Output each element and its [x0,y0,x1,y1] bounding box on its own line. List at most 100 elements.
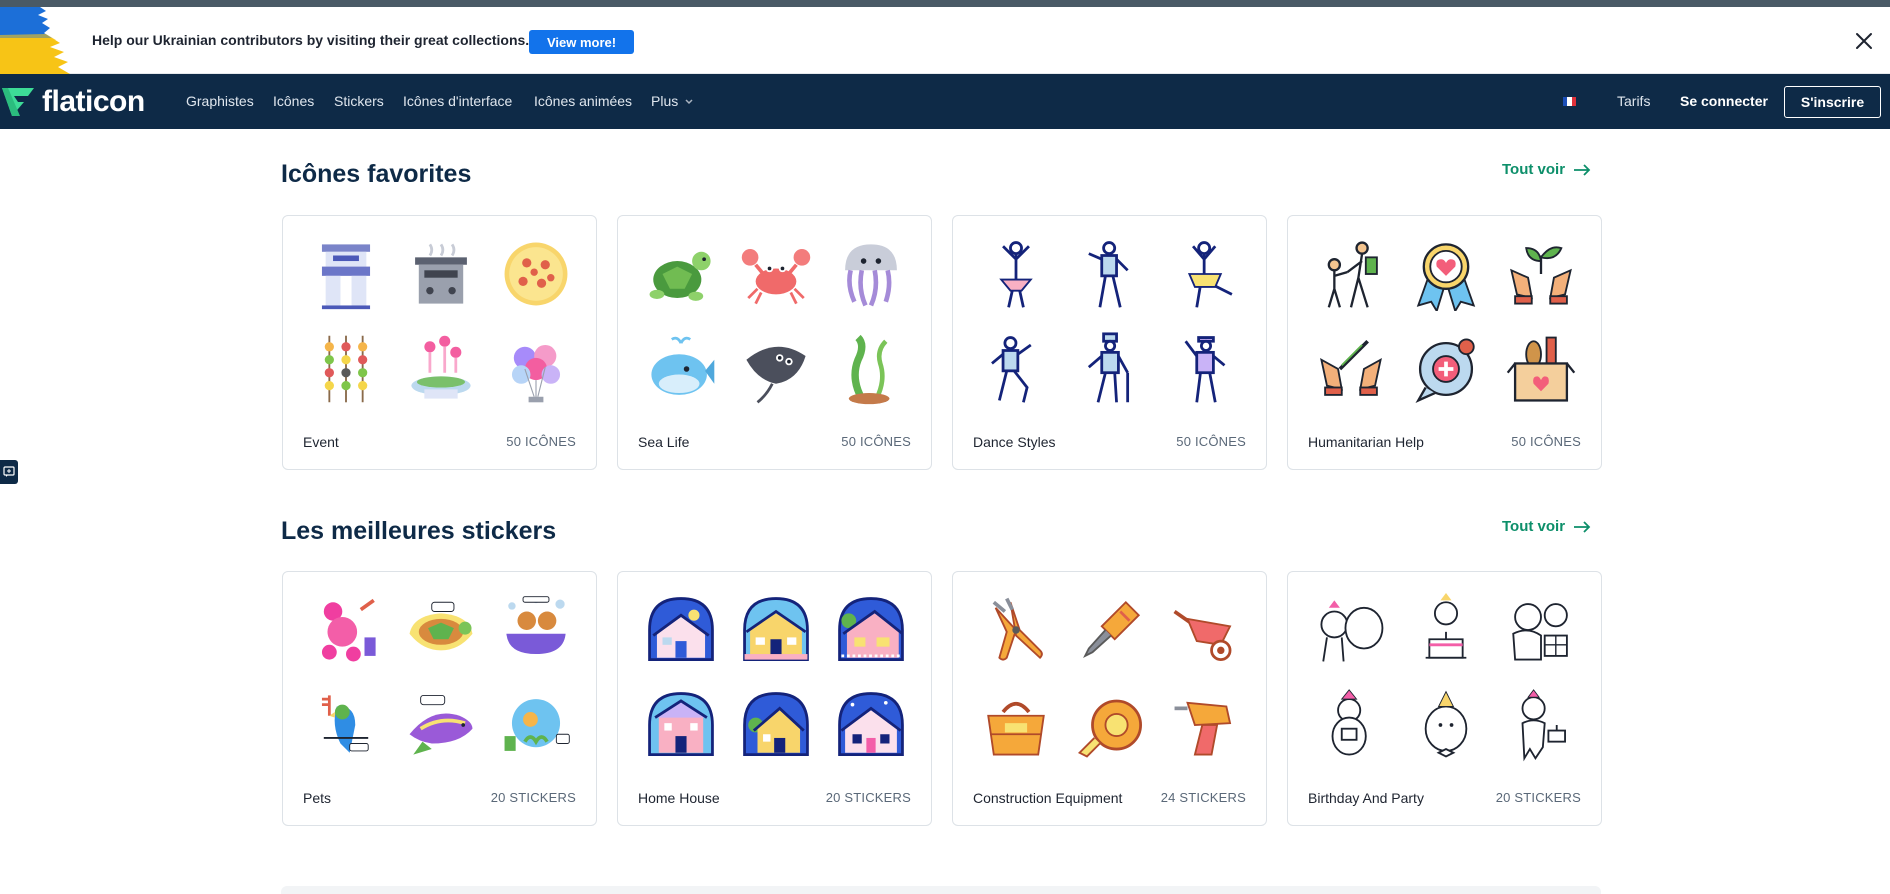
flaticon-logo[interactable]: flaticon [0,84,145,120]
collection-count: 50 ICÔNES [506,434,576,449]
collection-name: Pets [303,790,332,806]
nav-plus-label: Plus [651,93,679,109]
birthday-party-sticker [1331,688,1367,756]
house-5-sticker [742,691,809,756]
house-6-sticker [837,691,904,756]
collection-card-pets[interactable]: Pets 20 STICKERS [282,571,597,826]
stingray-icon [745,346,806,403]
collection-name: Construction Equipment [973,790,1123,806]
section-title-favorites: Icônes favorites [281,160,472,188]
ukraine-banner: Help our Ukrainian contributors by visit… [0,7,1890,74]
collection-card-birthday-and-party[interactable]: Birthday And Party 20 STICKERS [1287,571,1602,826]
bath-dogs-sticker [505,595,566,654]
heart-badge-icon [1416,242,1475,311]
jellyfish-icon [844,243,897,306]
nav-icones-interface[interactable]: Icônes d'interface [403,93,512,109]
see-all-stickers-link[interactable]: Tout voir [1502,518,1591,535]
see-all-label: Tout voir [1502,518,1566,535]
nav-graphistes[interactable]: Graphistes [186,93,254,109]
icon-grid [298,226,583,416]
main-navbar: flaticon Graphistes Icônes Stickers Icôn… [0,74,1890,129]
icon-grid [298,582,583,772]
icon-grid [968,226,1253,416]
see-all-favorites-link[interactable]: Tout voir [1502,161,1591,178]
aquarium-sticker [504,698,570,751]
banner-message: Help our Ukrainian contributors by visit… [92,32,530,48]
kiosk-icon [321,243,370,309]
collection-name: Home House [638,790,720,806]
fountain-icon [410,335,471,399]
collection-name: Humanitarian Help [1308,434,1424,450]
collection-name: Dance Styles [973,434,1056,450]
turtle-icon [649,251,711,301]
login-link[interactable]: Se connecter [1680,93,1768,109]
house-1-sticker [647,596,714,661]
collection-card-dance-styles[interactable]: Dance Styles 50 ICÔNES [952,215,1267,470]
chevron-down-icon [685,99,693,105]
pliers-sticker [992,597,1043,661]
icon-grid [633,226,918,416]
pizza-icon [504,242,567,305]
skewers-icon [324,335,367,402]
turtle-sticker [409,601,472,650]
icon-grid [1303,582,1588,772]
parrot-sticker [321,694,369,753]
collection-card-construction-equipment[interactable]: Construction Equipment 24 STICKERS [952,571,1267,826]
feedback-tab[interactable] [0,460,18,484]
icon-grid [633,582,918,772]
nav-icones-animees[interactable]: Icônes animées [534,93,632,109]
seaweed-icon [848,334,889,404]
collection-count: 20 STICKERS [490,790,576,805]
collection-count: 20 STICKERS [1495,790,1581,805]
collection-count: 50 ICÔNES [841,434,911,449]
house-4-sticker [647,691,714,756]
collection-card-event[interactable]: Event 50 ICÔNES [282,215,597,470]
dancer-cap-icon [1184,335,1225,403]
ukraine-flag-icon [0,7,70,74]
feedback-icon [3,466,15,477]
signup-button[interactable]: S'inscrire [1784,86,1881,118]
french-flag-icon[interactable] [1563,97,1576,106]
section-title-stickers: Les meilleures stickers [281,517,557,545]
house-3-sticker [837,596,904,661]
collection-count: 50 ICÔNES [1511,434,1581,449]
balloons-icon [511,344,560,402]
donation-box-icon [1506,336,1575,402]
nav-stickers[interactable]: Stickers [334,93,384,109]
collection-card-humanitarian-help[interactable]: Humanitarian Help 50 ICÔNES [1287,215,1602,470]
tape-measure-sticker [1077,699,1142,758]
collection-name: Birthday And Party [1308,790,1424,806]
house-2-sticker [742,596,809,661]
whale-icon [650,336,714,395]
collection-count: 20 STICKERS [825,790,911,805]
view-more-button[interactable]: View more! [529,30,634,54]
logo-text: flaticon [42,85,145,118]
plant-hands-icon [1509,245,1572,305]
icon-grid [1303,226,1588,416]
collection-count: 24 STICKERS [1160,790,1246,805]
dancer-skirt-icon [1187,240,1233,308]
crab-icon [741,248,810,304]
nav-pricing[interactable]: Tarifs [1617,93,1650,109]
collection-name: Sea Life [638,434,690,450]
next-section-edge [281,886,1601,894]
ballerina-icon [998,240,1033,308]
poodle-sticker [321,598,376,661]
tap-dancer-icon [1087,331,1129,403]
birthday-cupcake-sticker [1521,688,1566,761]
nav-plus[interactable]: Plus [651,93,693,109]
fish-sticker [409,694,472,755]
wheelbarrow-sticker [1172,609,1231,661]
arrow-right-icon [1574,520,1591,533]
flaticon-logo-icon [2,88,34,116]
arrow-right-icon [1574,163,1591,176]
collection-card-sea-life[interactable]: Sea Life 50 ICÔNES [617,215,932,470]
collection-card-home-house[interactable]: Home House 20 STICKERS [617,571,932,826]
birthday-balloon-sticker [1319,599,1383,662]
close-icon[interactable] [1852,29,1876,53]
vaccine-hands-icon [1319,339,1382,396]
birthday-bowtie-sticker [1424,690,1467,757]
birthday-cake-sticker [1425,592,1466,659]
browser-top-strip [0,0,1890,7]
nav-icones[interactable]: Icônes [273,93,314,109]
